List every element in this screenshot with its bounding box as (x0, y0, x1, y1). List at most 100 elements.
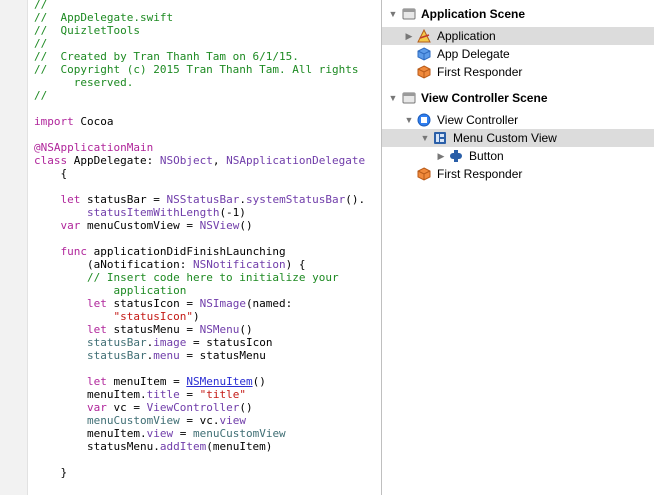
outline-label: App Delegate (437, 47, 510, 61)
code-token: } (34, 466, 68, 479)
code-token: = (179, 388, 200, 401)
outline-app-delegate[interactable]: App Delegate (382, 45, 654, 63)
outline-first-responder[interactable]: First Responder (382, 63, 654, 81)
code-line[interactable]: let statusIcon = NSImage(named: (34, 297, 365, 310)
code-editor[interactable]: //// AppDelegate.swift// QuizletTools///… (0, 0, 381, 495)
code-line[interactable]: var menuCustomView = NSView() (34, 219, 365, 232)
code-token: @NSApplicationMain (34, 141, 154, 154)
disclosure-collapsed-icon[interactable]: ▶ (404, 27, 414, 45)
code-line[interactable]: statusBar.menu = statusMenu (34, 349, 365, 362)
disclosure-collapsed-icon[interactable]: ▶ (436, 147, 446, 165)
code-line[interactable] (34, 128, 365, 141)
code-token: (named: (245, 297, 293, 310)
code-line[interactable]: // Copyright (c) 2015 Tran Thanh Tam. Al… (34, 63, 365, 76)
code-line[interactable]: let statusMenu = NSMenu() (34, 323, 365, 336)
code-token: () (239, 401, 253, 414)
code-line[interactable]: menuCustomView = vc.view (34, 414, 365, 427)
code-token: view (146, 427, 174, 440)
code-token: NSView (199, 219, 240, 232)
view-controller-icon (417, 113, 431, 127)
source-code[interactable]: //// AppDelegate.swift// QuizletTools///… (34, 0, 365, 479)
code-line[interactable]: let menuItem = NSMenuItem() (34, 375, 365, 388)
line-gutter (0, 0, 28, 495)
disclosure-expanded-icon[interactable]: ▼ (388, 89, 398, 107)
code-token: // Insert code here to initialize your (86, 271, 339, 284)
outline-view-controller[interactable]: ▼ View Controller (382, 111, 654, 129)
code-token: () (239, 323, 253, 336)
object-cube-icon (417, 47, 431, 61)
code-line[interactable]: // Insert code here to initialize your (34, 271, 365, 284)
code-token: (aNotification: (34, 258, 193, 271)
code-line[interactable]: import Cocoa (34, 115, 365, 128)
code-token: import (34, 115, 74, 128)
code-line[interactable]: // (34, 89, 365, 102)
code-line[interactable]: @NSApplicationMain (34, 141, 365, 154)
code-line[interactable]: class AppDelegate: NSObject, NSApplicati… (34, 154, 365, 167)
code-line[interactable]: // (34, 37, 365, 50)
code-line[interactable]: var vc = ViewController() (34, 401, 365, 414)
code-line[interactable]: let statusBar = NSStatusBar.systemStatus… (34, 193, 366, 206)
code-line[interactable]: menuItem.title = "title" (34, 388, 365, 401)
code-token: func (60, 245, 88, 258)
code-line[interactable] (34, 232, 365, 245)
outline-menu-custom-view[interactable]: ▼ Menu Custom View (382, 129, 654, 147)
code-line[interactable]: statusMenu.addItem(menuItem) (34, 440, 365, 453)
code-line[interactable]: // AppDelegate.swift (34, 11, 365, 24)
code-token: let (86, 375, 107, 388)
code-line[interactable]: } (34, 466, 365, 479)
code-token: NSImage (199, 297, 246, 310)
code-line[interactable]: // (34, 0, 365, 11)
code-line[interactable] (34, 102, 365, 115)
code-line[interactable]: "statusIcon") (34, 310, 365, 323)
outline-label: Button (469, 149, 504, 163)
outline-application-scene[interactable]: ▼ Application Scene (382, 5, 654, 23)
outline-label: First Responder (437, 167, 523, 181)
disclosure-expanded-icon[interactable]: ▼ (388, 5, 398, 23)
code-line[interactable]: func applicationDidFinishLaunching (34, 245, 365, 258)
outline-label: Menu Custom View (453, 131, 557, 145)
code-line[interactable] (34, 180, 365, 193)
scene-icon (402, 92, 416, 104)
code-token: ) (192, 310, 200, 323)
disclosure-expanded-icon[interactable]: ▼ (420, 129, 430, 147)
outline-application[interactable]: ▶ Application (382, 27, 654, 45)
first-responder-icon (417, 167, 431, 181)
outline-label: First Responder (437, 65, 523, 79)
code-line[interactable]: // QuizletTools (34, 24, 365, 37)
code-token: = (173, 427, 193, 440)
outline-first-responder[interactable]: First Responder (382, 165, 654, 183)
code-line[interactable]: reserved. (34, 76, 365, 89)
code-line[interactable]: application (34, 284, 365, 297)
disclosure-expanded-icon[interactable]: ▼ (404, 111, 414, 129)
code-token: (menuItem) (206, 440, 273, 453)
code-token: = vc. (179, 414, 220, 427)
code-line[interactable]: menuItem.view = menuCustomView (34, 427, 365, 440)
code-line[interactable]: (aNotification: NSNotification) { (34, 258, 365, 271)
code-line[interactable]: statusItemWithLength(-1) (34, 206, 365, 219)
code-line[interactable] (34, 362, 365, 375)
code-line[interactable]: // Created by Tran Thanh Tam on 6/1/15. (34, 50, 365, 63)
code-token: // (34, 89, 48, 102)
code-token: vc = (106, 401, 147, 414)
code-token: menuItem. (34, 388, 147, 401)
code-token: application (34, 284, 187, 297)
code-token: menuCustomView (86, 414, 180, 427)
code-token: statusMenu. (34, 440, 160, 453)
code-token: // AppDelegate.swift (34, 11, 174, 24)
code-token: var (86, 401, 107, 414)
code-token: var (60, 219, 81, 232)
code-token: // Created by Tran Thanh Tam on 6/1/15. (34, 50, 299, 63)
code-token: , (212, 154, 227, 167)
code-line[interactable] (34, 453, 365, 466)
code-line[interactable]: statusBar.image = statusIcon (34, 336, 365, 349)
code-token: . (239, 193, 246, 206)
code-token: title (146, 388, 180, 401)
code-token: menuItem = (106, 375, 187, 388)
outline-button[interactable]: ▶ Button (382, 147, 654, 165)
outline-view-controller-scene[interactable]: ▼ View Controller Scene (382, 89, 654, 107)
code-line[interactable]: { (34, 167, 365, 180)
code-token: NSApplicationDelegate (226, 154, 366, 167)
